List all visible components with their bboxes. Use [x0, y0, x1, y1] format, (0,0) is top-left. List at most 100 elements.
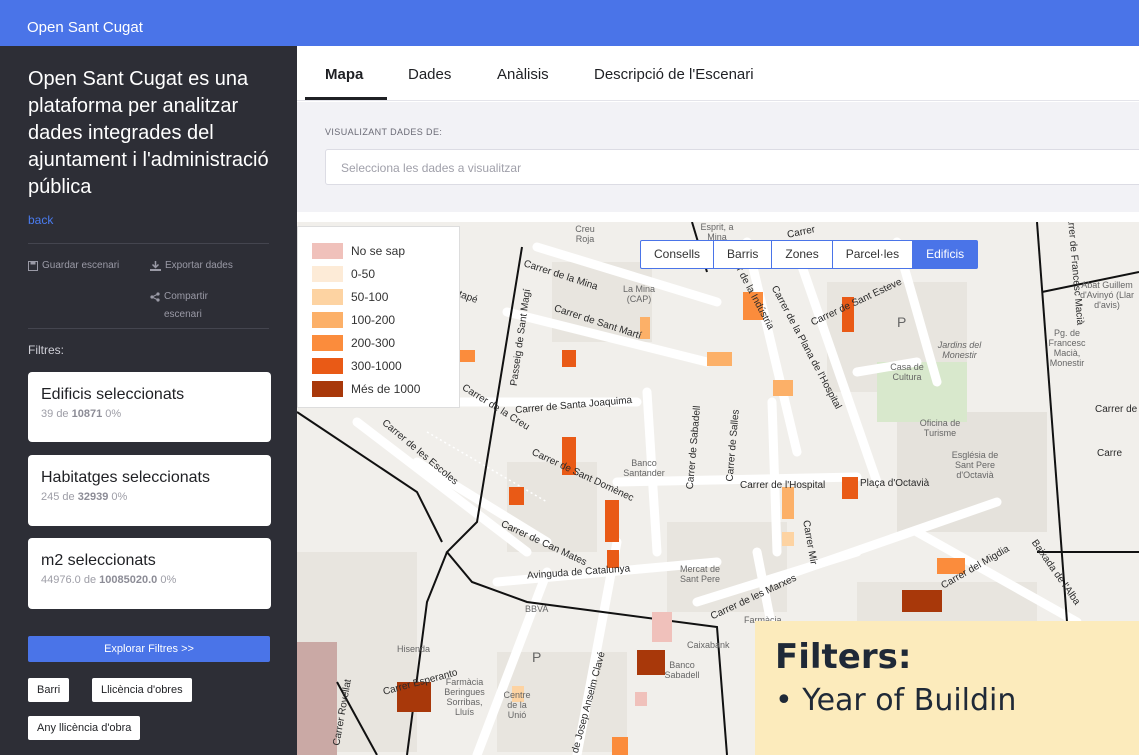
- overlay-bullet: • Year of Buildin: [775, 683, 1017, 718]
- card-stat: 39 de 10871 0%: [41, 408, 258, 420]
- save-icon: [28, 261, 38, 271]
- overlay-bullet-text: Year of Buildin: [802, 683, 1017, 718]
- street-label: Plaça d'Octavià: [860, 478, 930, 489]
- place-label: Centre de la Unió: [503, 690, 531, 720]
- share-scenario-label: Compartir escenari: [164, 291, 208, 320]
- layer-parceles-button[interactable]: Parcel·les: [833, 241, 914, 268]
- legend-swatch: [312, 288, 343, 305]
- selected-count: 245: [41, 491, 60, 503]
- legend-item: 50-100: [312, 285, 459, 308]
- of-word: de: [83, 574, 97, 586]
- place-label: Abat Guillem d'Avinyó (Llar d'avis): [1079, 280, 1135, 310]
- filter-chip-llicencia[interactable]: Llicència d'obres: [92, 678, 192, 702]
- save-scenario-label: Guardar escenari: [42, 260, 120, 271]
- total-count: 32939: [77, 491, 109, 503]
- legend-label: 50-100: [351, 289, 389, 304]
- place-label: Mercat de Sant Pere: [679, 564, 721, 584]
- legend-swatch: [312, 334, 343, 351]
- divider: [28, 243, 269, 244]
- filter-chip-any-llicencia[interactable]: Any llicència d'obra: [28, 716, 141, 740]
- export-data-label: Exportar dades: [165, 260, 233, 271]
- card-title: Edificis seleccionats: [41, 386, 185, 403]
- legend-swatch: [312, 380, 343, 397]
- legend-label: 200-300: [351, 335, 396, 350]
- place-label: Caixabank: [687, 640, 730, 650]
- total-count: 10085020.0: [99, 574, 158, 586]
- place-label: Banco Sabadell: [664, 660, 700, 680]
- brand-title[interactable]: Open Sant Cugat: [27, 19, 143, 36]
- selected-percent: 0%: [105, 408, 122, 420]
- street-label: Carrer de l'Hospital: [740, 480, 826, 491]
- sidebar: Open Sant Cugat es una plataforma per an…: [0, 46, 297, 755]
- selected-percent: 0%: [160, 574, 177, 586]
- tab-descripcio[interactable]: Descripció de l'Escenari: [594, 66, 754, 83]
- legend-label: 100-200: [351, 312, 396, 327]
- total-count: 10871: [71, 408, 103, 420]
- legend-label: 0-50: [351, 266, 376, 281]
- parking-label: P: [897, 314, 907, 330]
- back-link[interactable]: back: [28, 213, 53, 227]
- of-word: de: [62, 491, 75, 503]
- legend-label: No se sap: [351, 243, 406, 258]
- data-select-input[interactable]: Selecciona les dades a visualitzar: [325, 149, 1139, 185]
- place-label: Creu Roja: [575, 224, 595, 244]
- filter-chip-barri[interactable]: Barri: [28, 678, 70, 702]
- divider: [28, 328, 269, 329]
- legend-swatch: [312, 311, 343, 328]
- street-label: Carre: [1097, 448, 1123, 459]
- legend-item: 300-1000: [312, 354, 459, 377]
- data-selector-panel: VISUALIZANT DADES DE: Selecciona les dad…: [297, 102, 1139, 212]
- layer-barris-button[interactable]: Barris: [714, 241, 773, 268]
- legend-label: Més de 1000: [351, 381, 421, 396]
- layer-consells-button[interactable]: Consells: [641, 241, 715, 268]
- selected-count: 39: [41, 408, 54, 420]
- explore-filters-button[interactable]: Explorar Filtres >>: [28, 636, 270, 662]
- active-tab-indicator: [305, 97, 387, 100]
- place-label: Esprit, a Mina: [700, 222, 734, 242]
- share-icon: [150, 292, 160, 302]
- tab-analisis[interactable]: Anàlisis: [497, 66, 549, 83]
- place-label: Casa de Cultura: [890, 362, 924, 382]
- street-label: Carrer de: [1095, 404, 1138, 415]
- share-scenario-button[interactable]: Compartir escenari: [150, 288, 240, 324]
- legend-item: 0-50: [312, 262, 459, 285]
- filters-heading: Filtres:: [28, 343, 64, 357]
- place-label: Jardins del Monestir: [937, 340, 982, 360]
- legend-item: 100-200: [312, 308, 459, 331]
- place-label: Banco Santander: [623, 458, 665, 478]
- place-label: BBVA: [525, 604, 549, 614]
- layer-edificis-button[interactable]: Edificis: [913, 241, 978, 268]
- selected-count: 44976.0: [41, 574, 81, 586]
- tab-bar: Mapa Dades Anàlisis Descripció de l'Esce…: [297, 46, 1139, 101]
- legend-swatch: [312, 265, 343, 282]
- filters-annotation-overlay: Filters: • Year of Buildin: [755, 621, 1139, 755]
- card-stat: 44976.0 de 10085020.0 0%: [41, 574, 258, 586]
- place-label: Farmàcia Beringues Sorribas, Lluís: [444, 677, 485, 717]
- dwellings-selected-card: Habitatges seleccionats 245 de 32939 0%: [28, 455, 271, 526]
- place-label: Hisenda: [397, 644, 431, 654]
- map-legend: No se sap 0-50 50-100 100-200 200-300 30…: [297, 226, 460, 408]
- card-stat: 245 de 32939 0%: [41, 491, 258, 503]
- sidebar-description: Open Sant Cugat es una plataforma per an…: [28, 68, 269, 198]
- visualizing-label: VISUALIZANT DADES DE:: [325, 127, 443, 137]
- legend-swatch: [312, 242, 343, 259]
- of-word: de: [56, 408, 69, 420]
- buildings-selected-card: Edificis seleccionats 39 de 10871 0%: [28, 372, 271, 442]
- top-bar: Open Sant Cugat: [0, 0, 1139, 46]
- save-scenario-button[interactable]: Guardar escenari: [28, 257, 119, 275]
- export-data-button[interactable]: Exportar dades: [150, 257, 233, 275]
- download-icon: [150, 261, 161, 271]
- layer-zones-button[interactable]: Zones: [772, 241, 833, 268]
- card-title: m2 seleccionats: [41, 552, 156, 569]
- m2-selected-card: m2 seleccionats 44976.0 de 10085020.0 0%: [28, 538, 271, 609]
- legend-item: Més de 1000: [312, 377, 459, 400]
- place-label: Església de Sant Pere d'Octavià: [951, 450, 999, 480]
- tab-dades[interactable]: Dades: [408, 66, 451, 83]
- place-label: Pg. de Francesc Macià, Monestir: [1048, 328, 1086, 368]
- card-title: Habitatges seleccionats: [41, 469, 210, 486]
- legend-label: 300-1000: [351, 358, 402, 373]
- selected-percent: 0%: [111, 491, 128, 503]
- place-label: Oficina de Turisme: [919, 418, 961, 438]
- tab-mapa[interactable]: Mapa: [325, 66, 363, 83]
- parking-label: P: [532, 649, 542, 665]
